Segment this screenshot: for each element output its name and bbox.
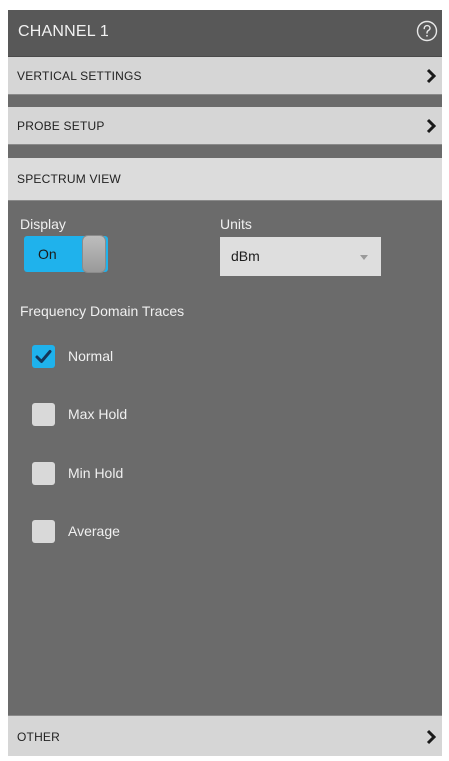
channel-panel: CHANNEL 1 VERTICAL SETTINGS PROBE SETUP … — [8, 10, 442, 756]
chevron-right-icon — [426, 729, 436, 745]
section-probe-setup[interactable]: PROBE SETUP — [8, 107, 442, 145]
section-label: PROBE SETUP — [17, 119, 105, 133]
units-value: dBm — [231, 248, 260, 264]
checkbox-box[interactable] — [32, 462, 55, 485]
checkmark-icon — [35, 350, 52, 363]
section-vertical-settings[interactable]: VERTICAL SETTINGS — [8, 57, 442, 95]
checkbox-box[interactable] — [32, 520, 55, 543]
checkbox-label: Average — [68, 523, 120, 539]
units-select[interactable]: dBm — [220, 237, 381, 276]
traces-label: Frequency Domain Traces — [20, 303, 185, 319]
chevron-right-icon — [426, 118, 436, 134]
checkbox-box[interactable] — [32, 345, 55, 368]
panel-title: CHANNEL 1 — [18, 23, 110, 40]
checkbox-label: Min Hold — [68, 465, 124, 481]
panel-header: CHANNEL 1 — [8, 10, 442, 57]
section-spectrum-view[interactable]: SPECTRUM VIEW — [8, 158, 442, 201]
section-other[interactable]: OTHER — [8, 715, 442, 756]
checkbox-box[interactable] — [32, 403, 55, 426]
chevron-right-icon — [426, 68, 436, 84]
units-label: Units — [220, 216, 252, 232]
help-circle-icon[interactable] — [416, 20, 438, 42]
checkbox-label: Normal — [68, 348, 114, 364]
section-label: VERTICAL SETTINGS — [17, 69, 142, 83]
checkbox-label: Max Hold — [68, 406, 128, 422]
chevron-down-icon — [360, 255, 368, 260]
section-label: SPECTRUM VIEW — [17, 172, 121, 186]
section-label: OTHER — [17, 730, 60, 744]
toggle-knob[interactable] — [82, 235, 106, 273]
display-label: Display — [20, 216, 66, 232]
toggle-state-label: On — [38, 246, 57, 262]
display-toggle[interactable]: On — [24, 235, 108, 273]
